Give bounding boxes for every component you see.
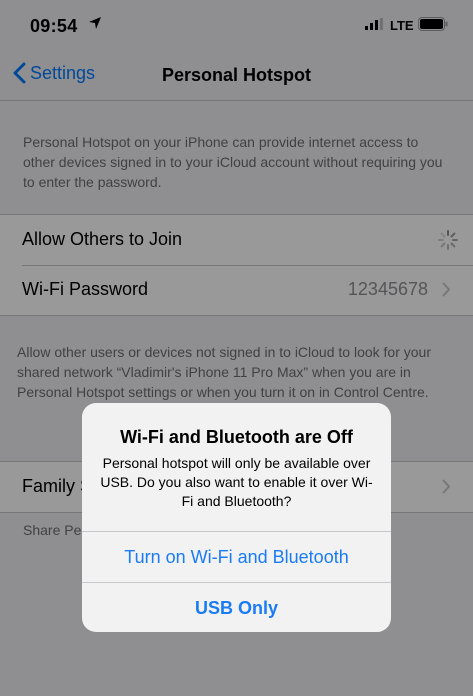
usb-only-button[interactable]: USB Only <box>82 582 391 632</box>
alert-title: Wi-Fi and Bluetooth are Off <box>120 427 353 447</box>
alert-message: Personal hotspot will only be available … <box>100 455 373 509</box>
turn-on-wifi-bluetooth-button[interactable]: Turn on Wi-Fi and Bluetooth <box>82 531 391 582</box>
wifi-bluetooth-alert: Wi-Fi and Bluetooth are Off Personal hot… <box>82 403 391 632</box>
